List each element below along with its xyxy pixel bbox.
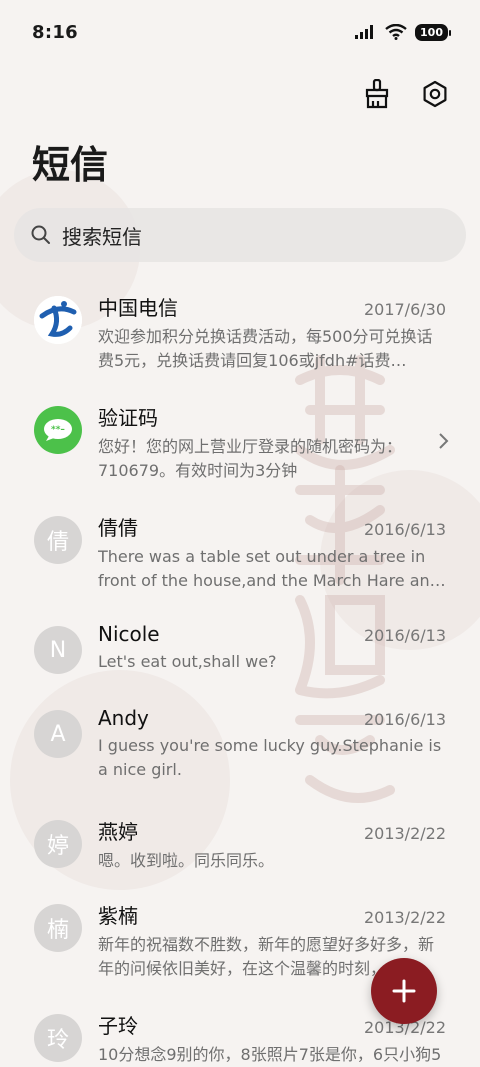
new-message-button[interactable] xyxy=(371,958,437,1024)
messages-app: 8:16 100 短信 搜索短信 中国电信 2017/6/30 欢迎参加积分兑换… xyxy=(0,0,480,1067)
page-title: 短信 xyxy=(32,143,109,187)
message-snippet: 您好！您的网上营业厅登录的随机密码为：710679。有效时间为3分钟 xyxy=(98,437,403,480)
clean-button[interactable] xyxy=(360,77,394,111)
status-time: 8:16 xyxy=(32,21,78,43)
contact-name: Andy xyxy=(98,706,149,730)
avatar: 倩 xyxy=(34,516,82,564)
message-snippet: There was a table set out under a tree i… xyxy=(98,547,446,590)
status-bar: 8:16 100 xyxy=(0,0,480,64)
search-bar[interactable]: 搜索短信 xyxy=(14,208,466,262)
contact-name: 燕婷 xyxy=(98,820,138,844)
svg-text:**–: **– xyxy=(51,425,65,435)
settings-button[interactable] xyxy=(418,77,452,111)
contact-name: 中国电信 xyxy=(98,296,178,320)
message-snippet: 嗯。收到啦。同乐同乐。 xyxy=(98,851,275,870)
toolbar xyxy=(0,64,480,124)
message-bubble-icon: **– xyxy=(44,419,72,441)
search-placeholder: 搜索短信 xyxy=(62,224,142,249)
conversation-row[interactable]: N Nicole 2016/6/13 Let's eat out,shall w… xyxy=(0,612,480,696)
avatar: 楠 xyxy=(34,904,82,952)
conversation-row[interactable]: 倩 倩倩 2016/6/13 There was a table set out… xyxy=(0,502,480,612)
avatar: 婷 xyxy=(34,820,82,868)
avatar: A xyxy=(34,710,82,758)
avatar: **– xyxy=(34,406,82,454)
chevron-right-icon xyxy=(439,433,449,449)
plus-icon xyxy=(392,979,416,1003)
conversation-row[interactable]: 中国电信 2017/6/30 欢迎参加积分兑换话费活动，每500分可兑换话费5元… xyxy=(0,282,480,392)
conversation-row[interactable]: **– 验证码 您好！您的网上营业厅登录的随机密码为：710679。有效时间为3… xyxy=(0,392,480,502)
message-date: 2016/6/13 xyxy=(363,626,446,645)
message-snippet: I guess you're some lucky guy.Stephanie … xyxy=(98,736,442,779)
message-snippet: Let's eat out,shall we? xyxy=(98,652,277,671)
message-date: 2016/6/13 xyxy=(363,520,446,539)
message-snippet: 欢迎参加积分兑换话费活动，每500分可兑换话费5元，兑换话费请回复106或jfd… xyxy=(98,327,433,370)
china-telecom-logo-icon xyxy=(34,296,82,344)
message-date: 2017/6/30 xyxy=(363,300,446,319)
broom-icon xyxy=(365,79,389,109)
contact-name: 紫楠 xyxy=(98,904,138,928)
avatar xyxy=(34,296,82,344)
conversation-list: 中国电信 2017/6/30 欢迎参加积分兑换话费活动，每500分可兑换话费5元… xyxy=(0,282,480,1067)
contact-name: 倩倩 xyxy=(98,516,138,540)
status-icons: 100 xyxy=(355,23,451,41)
search-icon xyxy=(31,225,50,244)
contact-name: 子玲 xyxy=(98,1014,138,1038)
avatar: N xyxy=(34,626,82,674)
contact-name: 验证码 xyxy=(98,406,158,430)
battery-indicator: 100 xyxy=(415,23,451,41)
message-snippet: 10分想念9别的你，8张照片7张是你，6只小狗5只像你，4根骨头3根归你，2爪着… xyxy=(98,1045,442,1064)
wifi-icon xyxy=(385,24,407,40)
conversation-row[interactable]: A Andy 2016/6/13 I guess you're some luc… xyxy=(0,696,480,806)
contact-name: Nicole xyxy=(98,622,160,646)
message-date: 2013/2/22 xyxy=(363,908,446,927)
avatar: 玲 xyxy=(34,1014,82,1062)
message-date: 2013/2/22 xyxy=(363,824,446,843)
signal-icon xyxy=(355,25,374,39)
gear-icon xyxy=(423,80,447,108)
message-date: 2016/6/13 xyxy=(363,710,446,729)
conversation-row[interactable]: 婷 燕婷 2013/2/22 嗯。收到啦。同乐同乐。 xyxy=(0,806,480,890)
